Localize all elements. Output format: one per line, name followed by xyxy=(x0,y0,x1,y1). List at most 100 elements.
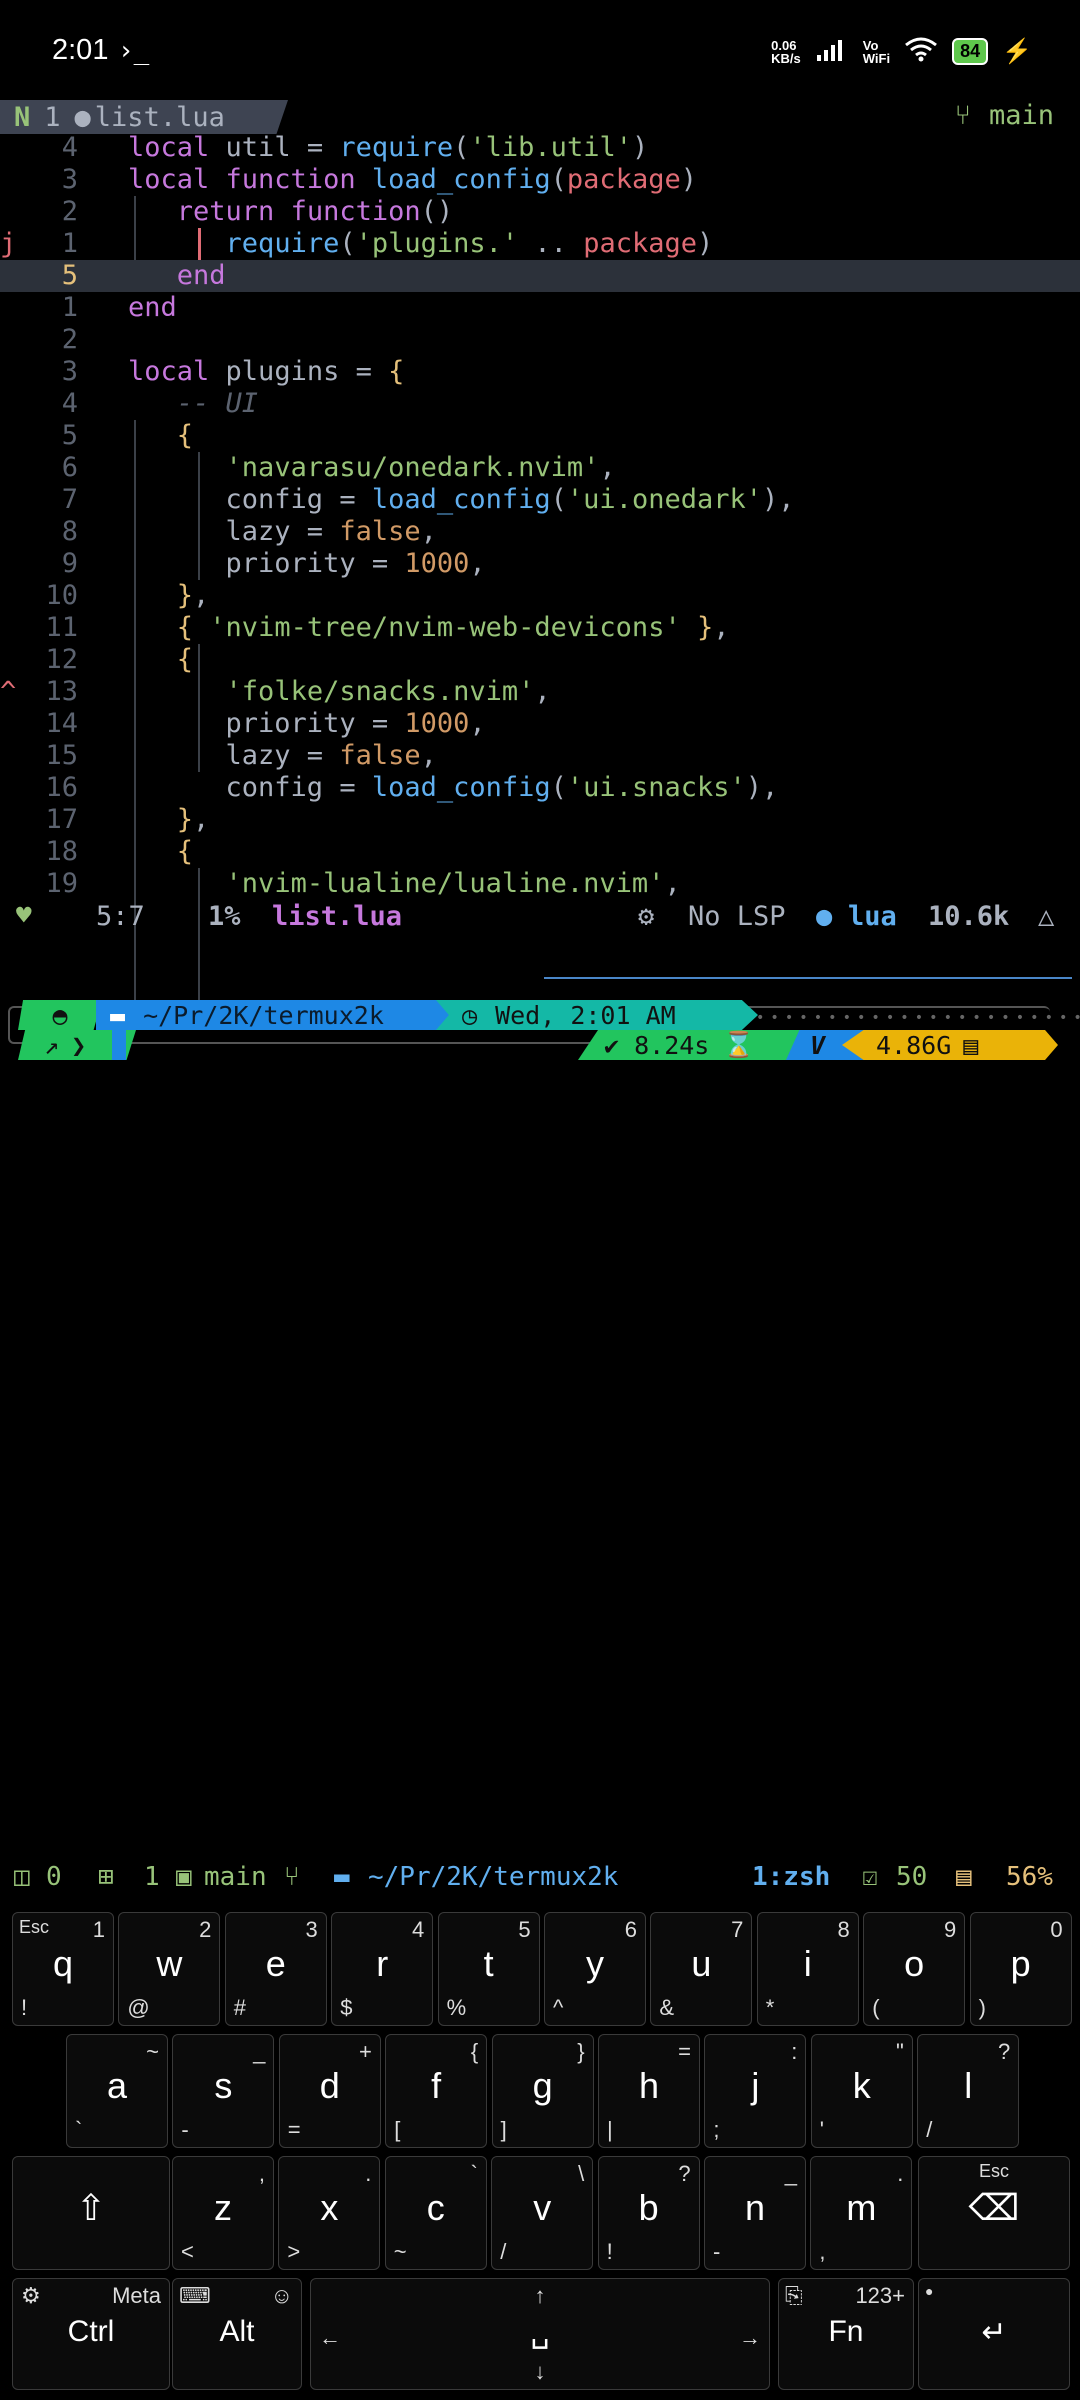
code-line[interactable]: 5 { xyxy=(0,420,1080,452)
key-r[interactable]: r 4 $ xyxy=(331,1912,434,2026)
key-m[interactable]: m., xyxy=(810,2156,913,2270)
code-line[interactable]: 3 local function load_config(package) xyxy=(0,164,1080,196)
git-branch: ⑂ main xyxy=(955,100,1054,131)
key-t[interactable]: t 5% xyxy=(437,1912,540,2026)
text-cursor xyxy=(198,228,201,260)
shift-key[interactable]: ⇧ xyxy=(12,2156,170,2270)
line-text: local function load_config(package) xyxy=(128,164,697,195)
key-x[interactable]: x. > xyxy=(278,2156,381,2270)
code-line[interactable]: 11 { 'nvim-tree/nvim-web-devicons' }, xyxy=(0,612,1080,644)
code-line[interactable]: ^ 13 'folke/snacks.nvim', xyxy=(0,676,1080,708)
key-alt-bottom: [ xyxy=(394,2117,401,2142)
key-p[interactable]: p 0) xyxy=(969,1912,1072,2026)
line-text: { xyxy=(176,836,194,867)
editor-buffer[interactable]: 4 local util = require('lib.util') 3 local … xyxy=(0,132,1080,1028)
android-segment: ◓ xyxy=(18,1000,102,1030)
key-alt-top: } xyxy=(577,2039,585,2064)
key-c[interactable]: c ` ~ xyxy=(384,2156,487,2270)
key-q[interactable]: q 1! Esc xyxy=(12,1912,114,2026)
key-label: c xyxy=(426,2187,445,2228)
key-alt-bottom: & xyxy=(659,1995,675,2020)
key-d[interactable]: d + = xyxy=(278,2034,381,2148)
linux-icon: △ xyxy=(1038,900,1055,932)
code-line[interactable]: 2 return function() xyxy=(0,196,1080,228)
code-line[interactable]: 8 lazy = false, xyxy=(0,516,1080,548)
key-alt-top: , xyxy=(258,2161,265,2186)
key-v[interactable]: v \ / xyxy=(491,2156,594,2270)
ctrl-key[interactable]: Ctrl Meta ⚙ xyxy=(12,2278,170,2390)
key-i[interactable]: i 8 * xyxy=(756,1912,859,2026)
key-alt-bottom: ~ xyxy=(393,2239,407,2264)
line-number: 12 xyxy=(45,644,78,675)
code-line[interactable]: 4 -- UI xyxy=(0,388,1080,420)
code-line[interactable]: 7 config = load_config('ui.onedark'), xyxy=(0,484,1080,516)
pane-divider xyxy=(544,977,1072,979)
key-e[interactable]: e 3 # xyxy=(224,1912,327,2026)
enter-key[interactable]: ↵ ● xyxy=(918,2278,1070,2390)
code-line[interactable]: 9 priority = 1000, xyxy=(0,548,1080,580)
alt-key[interactable]: Alt ☺ ⌨ xyxy=(172,2278,302,2390)
fn-key[interactable]: Fn 123+ ⎘ xyxy=(778,2278,914,2390)
key-alt-top: \ xyxy=(578,2161,585,2186)
key-s[interactable]: s _ - xyxy=(172,2034,275,2148)
line-number: 1 xyxy=(61,228,78,259)
fn-label: Fn xyxy=(828,2315,864,2348)
key-f[interactable]: f {[ xyxy=(385,2034,488,2148)
key-a[interactable]: a ~ ` xyxy=(66,2034,168,2148)
code-line[interactable]: 18 { xyxy=(0,836,1080,868)
code-line[interactable]: 3 local plugins = { xyxy=(0,356,1080,388)
memory-usage: 4.86G xyxy=(876,1030,952,1060)
code-line[interactable]: 15 lazy = false, xyxy=(0,740,1080,772)
code-line[interactable]: 2 xyxy=(0,324,1080,356)
key-z[interactable]: z, < xyxy=(172,2156,274,2270)
branch-icon: ⑂ xyxy=(284,1862,300,1892)
code-line[interactable]: 6 'navarasu/onedark.nvim', xyxy=(0,452,1080,484)
line-text: end xyxy=(176,260,226,291)
key-y[interactable]: y 6 ^ xyxy=(544,1912,646,2026)
spacebar-key[interactable]: ␣ ↑ ← → ↓ xyxy=(310,2278,770,2390)
line-text: local util = require('lib.util') xyxy=(128,132,649,163)
key-g[interactable]: g}] xyxy=(491,2034,594,2148)
key-b[interactable]: b?! xyxy=(597,2156,700,2270)
chevron-right-icon: ❯ xyxy=(71,1030,87,1060)
tab-list-lua[interactable]: N 1 ● list.lua xyxy=(0,100,288,134)
key-label: m xyxy=(846,2187,877,2228)
key-alt-bottom: $ xyxy=(340,1995,353,2020)
scroll-percent: 1% xyxy=(208,900,241,932)
command-duration: ✔ 8.24s xyxy=(604,1030,710,1060)
line-number: 3 xyxy=(61,356,78,387)
code-line[interactable]: 17 }, xyxy=(0,804,1080,836)
key-h[interactable]: h = | xyxy=(598,2034,700,2148)
code-line[interactable]: 12 { xyxy=(0,644,1080,676)
code-line[interactable]: 1 end xyxy=(0,292,1080,324)
key-alt-top: 9 xyxy=(943,1917,957,1942)
key-j[interactable]: j:; xyxy=(704,2034,807,2148)
code-line[interactable]: 16 config = load_config('ui.snacks'), xyxy=(0,772,1080,804)
tmux-window[interactable]: 1:zsh xyxy=(752,1862,830,1892)
key-w[interactable]: w 2 @ xyxy=(118,1912,221,2026)
code-line[interactable]: 10 }, xyxy=(0,580,1080,612)
line-text: -- UI xyxy=(176,388,259,419)
key-label: e xyxy=(265,1943,286,1984)
memory-icon: ▤ xyxy=(956,1862,972,1892)
key-n[interactable]: n _ - xyxy=(704,2156,806,2270)
key-u[interactable]: u 7 & xyxy=(650,1912,753,2026)
backspace-key[interactable]: ⌫ Esc xyxy=(918,2156,1070,2270)
line-number: 17 xyxy=(45,804,78,835)
code-line[interactable]: 4 local util = require('lib.util') xyxy=(0,132,1080,164)
code-line[interactable]: 5 end xyxy=(0,260,1080,292)
lua-filetype-icon: ● xyxy=(816,900,833,932)
code-line[interactable]: 19 'nvim-lualine/lualine.nvim', xyxy=(0,868,1080,900)
key-l[interactable]: l? / xyxy=(917,2034,1020,2148)
key-k[interactable]: k " ' xyxy=(810,2034,913,2148)
line-text: { xyxy=(176,644,194,675)
meta-label: Meta xyxy=(112,2283,161,2308)
code-line[interactable]: 14 priority = 1000, xyxy=(0,708,1080,740)
key-o[interactable]: o 9 ( xyxy=(863,1912,966,2026)
mic-icon: ● xyxy=(925,2283,934,2299)
code-line[interactable]: j1 require('plugins.' .. package) xyxy=(0,228,1080,260)
key-label: j xyxy=(751,2065,760,2106)
net-speed: 0.06 KB/s xyxy=(771,37,801,66)
key-alt-bottom: > xyxy=(287,2239,301,2264)
line-number: 4 xyxy=(61,388,78,419)
